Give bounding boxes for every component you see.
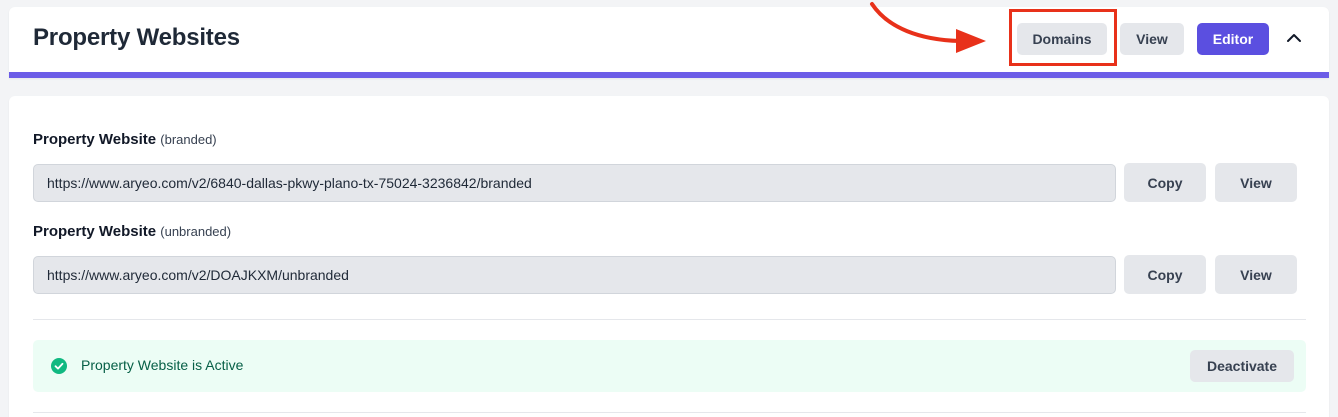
chevron-up-icon[interactable]	[1284, 28, 1304, 48]
branded-website-label: Property Website (branded)	[33, 131, 217, 148]
branded-label-text: Property Website	[33, 131, 157, 148]
branded-view-button[interactable]: View	[1215, 163, 1297, 202]
unbranded-copy-button[interactable]: Copy	[1124, 255, 1206, 294]
divider	[33, 412, 1306, 413]
unbranded-qualifier: (unbranded)	[160, 224, 232, 239]
property-websites-header: Property Websites Domains View Editor	[9, 7, 1329, 78]
unbranded-view-button[interactable]: View	[1215, 255, 1297, 294]
view-button[interactable]: View	[1120, 23, 1184, 55]
unbranded-url-field[interactable]: https://www.aryeo.com/v2/DOAJKXM/unbrand…	[33, 256, 1116, 294]
branded-url-field[interactable]: https://www.aryeo.com/v2/6840-dallas-pkw…	[33, 164, 1116, 202]
website-status-banner: Property Website is Active Deactivate	[33, 340, 1306, 392]
divider	[33, 319, 1306, 320]
deactivate-button[interactable]: Deactivate	[1190, 350, 1294, 382]
check-circle-icon	[51, 358, 67, 374]
status-text: Property Website is Active	[81, 357, 244, 373]
unbranded-website-label: Property Website (unbranded)	[33, 223, 231, 240]
branded-qualifier: (branded)	[160, 132, 217, 147]
branded-copy-button[interactable]: Copy	[1124, 163, 1206, 202]
annotation-arrow-icon	[870, 2, 986, 53]
property-websites-panel: Property Website (branded) https://www.a…	[9, 96, 1329, 417]
editor-button[interactable]: Editor	[1197, 23, 1269, 55]
page-title: Property Websites	[33, 24, 240, 51]
unbranded-label-text: Property Website	[33, 223, 157, 240]
annotation-highlight-box	[1009, 9, 1117, 66]
